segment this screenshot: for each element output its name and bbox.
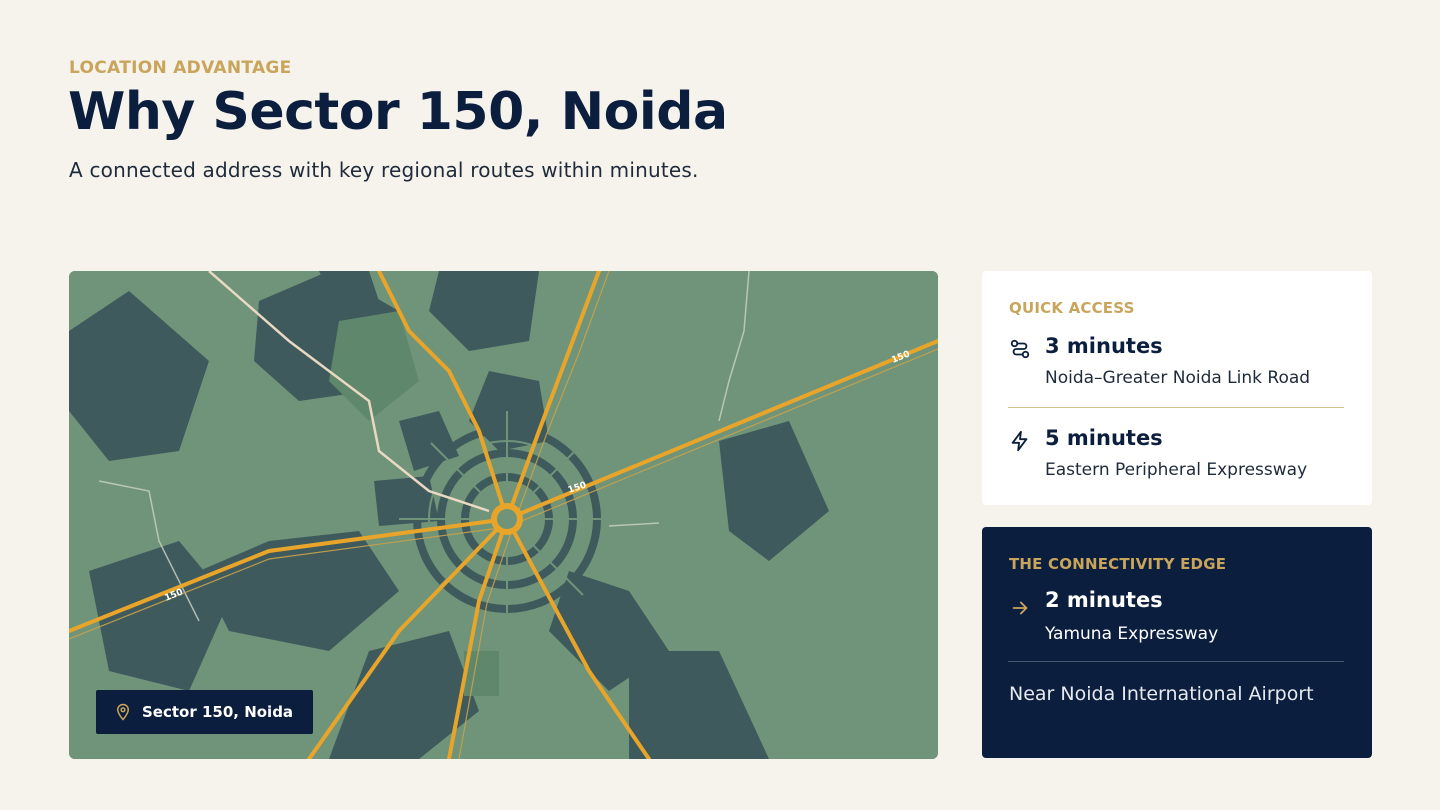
quick-access-item-title: 5 minutes xyxy=(1045,426,1163,450)
page-eyebrow: LOCATION ADVANTAGE xyxy=(69,58,292,78)
connectivity-item-subtitle: Yamuna Expressway xyxy=(1045,624,1219,644)
connectivity-item-title: 2 minutes xyxy=(1045,588,1163,612)
connectivity-divider xyxy=(1008,661,1344,662)
connectivity-edge-label: THE CONNECTIVITY EDGE xyxy=(1009,555,1227,573)
location-map[interactable]: 150 150 150 Sector 150, Noida xyxy=(69,271,938,759)
page-title: Why Sector 150, Noida xyxy=(68,82,728,142)
quick-access-item-subtitle: Noida–Greater Noida Link Road xyxy=(1045,368,1311,388)
map-badge-label: Sector 150, Noida xyxy=(142,703,294,721)
map-graphic: 150 150 150 xyxy=(69,271,938,759)
quick-access-card: QUICK ACCESS 3 minutes Noida–Greater Noi… xyxy=(982,271,1372,505)
bolt-icon xyxy=(1011,430,1028,452)
route-icon xyxy=(1010,339,1030,359)
quick-access-item-subtitle: Eastern Peripheral Expressway xyxy=(1045,460,1308,480)
location-pin-icon xyxy=(116,703,130,721)
page-subtitle: A connected address with key regional ro… xyxy=(69,158,699,182)
connectivity-edge-card: THE CONNECTIVITY EDGE 2 minutes Yamuna E… xyxy=(982,527,1372,758)
quick-access-divider xyxy=(1008,407,1344,408)
arrow-right-icon xyxy=(1012,601,1028,615)
quick-access-label: QUICK ACCESS xyxy=(1009,299,1135,317)
connectivity-note: Near Noida International Airport xyxy=(1009,683,1314,705)
quick-access-item-title: 3 minutes xyxy=(1045,334,1163,358)
map-location-badge[interactable]: Sector 150, Noida xyxy=(96,690,314,734)
